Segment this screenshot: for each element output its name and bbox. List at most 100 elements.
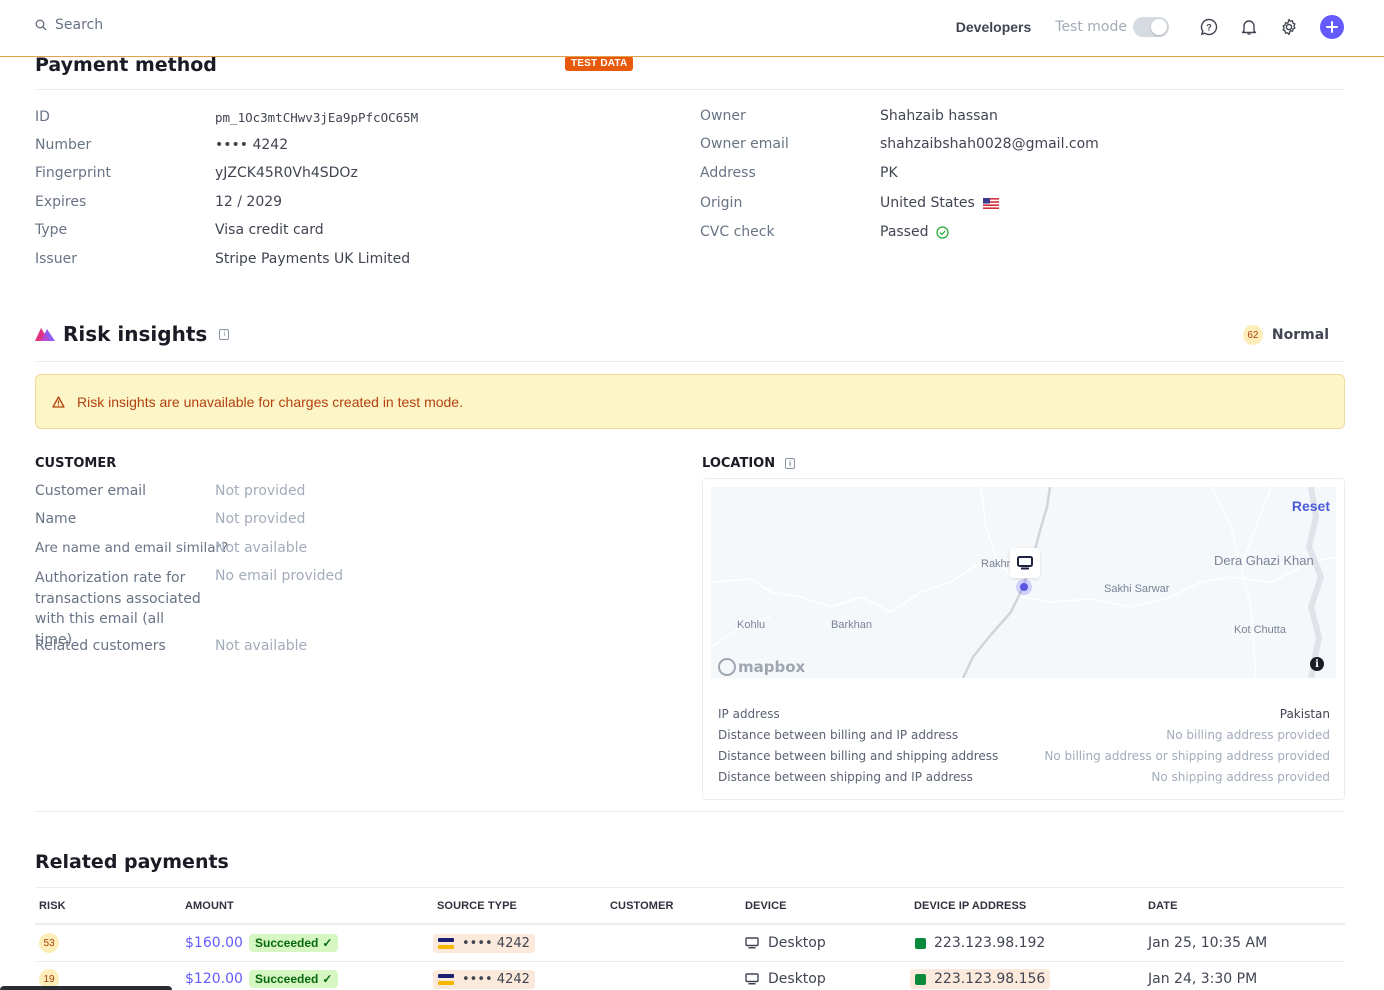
check-circle-icon: [936, 225, 950, 239]
table-row[interactable]: 53 $160.00 Succeeded ✓ •••• 4242 Desktop …: [35, 925, 1345, 961]
amount-link[interactable]: $120.00: [185, 971, 243, 987]
location-heading-text: LOCATION: [702, 456, 776, 471]
help-icon: ?: [1200, 18, 1218, 36]
label: Owner: [700, 108, 746, 124]
column-header-risk[interactable]: RISK: [39, 900, 66, 912]
location-card: Rakhni Dera Ghazi Khan Sakhi Sarwar Kohl…: [702, 478, 1345, 800]
us-flag-icon: [982, 197, 999, 209]
test-mode-alert: Risk insights are unavailable for charge…: [35, 374, 1345, 429]
divider: [35, 887, 1345, 888]
label: Owner email: [700, 136, 789, 152]
expiry: 12 / 2029: [215, 194, 283, 210]
label: Are name and email similar?: [35, 540, 229, 556]
column-header-customer[interactable]: CUSTOMER: [610, 900, 674, 912]
column-header-amount[interactable]: AMOUNT: [185, 900, 234, 912]
location-row: Distance between billing and shipping ad…: [718, 745, 1330, 766]
map-reset-button[interactable]: Reset: [1292, 498, 1330, 514]
location-row: Distance between billing and IP address …: [718, 724, 1330, 745]
info-icon[interactable]: i: [785, 458, 796, 469]
divider: [35, 361, 1345, 362]
search-placeholder: Search: [55, 17, 104, 33]
test-mode-toggle[interactable]: [1133, 17, 1169, 37]
source-type: •••• 4242: [433, 933, 535, 953]
map-info-icon[interactable]: i: [1310, 657, 1324, 671]
card-last4: •••• 4242: [462, 935, 530, 951]
desktop-icon: [745, 973, 759, 985]
developers-link[interactable]: Developers: [956, 19, 1031, 35]
divider: [35, 811, 1345, 812]
column-header-date[interactable]: DATE: [1148, 900, 1178, 912]
label: Expires: [35, 194, 87, 210]
date: Jan 25, 10:35 AM: [1148, 935, 1268, 951]
bell-icon: [1241, 20, 1257, 35]
info-icon[interactable]: i: [219, 328, 230, 340]
location-marker[interactable]: [1016, 579, 1032, 595]
label: ID: [35, 109, 50, 125]
value: Not available: [215, 638, 308, 654]
settings-button[interactable]: [1280, 18, 1298, 36]
pk-flag-icon: [915, 973, 926, 985]
column-header-device[interactable]: DEVICE: [745, 900, 787, 912]
ip-address: 223.123.98.192: [934, 935, 1046, 951]
risk-level: Normal: [1271, 327, 1329, 343]
map-label: Barkhan: [831, 619, 872, 631]
label: Customer email: [35, 483, 147, 499]
owner-email: shahzaibshah0028@gmail.com: [880, 136, 1099, 152]
risk-insights-header: Risk insights i: [35, 322, 230, 346]
label: Number: [35, 137, 92, 153]
create-button[interactable]: [1320, 15, 1344, 39]
mapbox-logo[interactable]: mapbox: [718, 658, 805, 676]
risk-score: 62 Normal: [1242, 325, 1329, 345]
origin: United States: [880, 195, 999, 211]
search-input[interactable]: Search: [35, 17, 103, 33]
column-header-source-type[interactable]: SOURCE TYPE: [437, 900, 517, 912]
label: Fingerprint: [35, 165, 111, 181]
value: Not provided: [215, 483, 306, 499]
cvc-value: Passed: [880, 224, 929, 240]
address: PK: [880, 165, 898, 181]
device-marker-popup[interactable]: [1010, 548, 1040, 578]
svg-text:?: ?: [1206, 23, 1212, 33]
test-mode-label: Test mode: [1055, 19, 1127, 35]
ip-address: 223.123.98.156: [934, 971, 1046, 987]
tooltip-edge: [0, 986, 172, 990]
status-badge: Succeeded ✓: [249, 934, 339, 952]
column-header-device-ip[interactable]: DEVICE IP ADDRESS: [914, 900, 1026, 912]
device: Desktop: [768, 971, 826, 987]
radar-logo-icon: [35, 328, 55, 341]
value: No shipping address provided: [1151, 769, 1330, 784]
notifications-button[interactable]: [1240, 18, 1258, 36]
visa-card-icon: [438, 937, 454, 949]
help-button[interactable]: ?: [1200, 18, 1218, 36]
checkmark-icon: ✓: [322, 936, 333, 950]
mapbox-attribution: mapbox: [738, 658, 806, 676]
location-map[interactable]: Rakhni Dera Ghazi Khan Sakhi Sarwar Kohl…: [711, 487, 1336, 678]
location-row: IP address Pakistan: [718, 703, 1330, 724]
value: Pakistan: [1279, 706, 1330, 721]
source-type: •••• 4242: [433, 969, 535, 989]
search-icon: [35, 19, 47, 31]
card-number: •••• 4242: [215, 137, 289, 153]
owner-name: Shahzaib hassan: [880, 108, 998, 124]
mapbox-logo-icon: [718, 658, 736, 676]
label: Address: [700, 165, 756, 181]
fingerprint-link[interactable]: yJZCK45R0Vh4SDOz: [215, 165, 358, 181]
gear-icon: [1282, 18, 1296, 36]
table-row[interactable]: 19 $120.00 Succeeded ✓ •••• 4242 Desktop …: [35, 961, 1345, 990]
value: Not provided: [215, 511, 306, 527]
map-label: Sakhi Sarwar: [1104, 583, 1170, 595]
status-text: Succeeded: [255, 972, 319, 986]
plus-icon: [1326, 21, 1338, 33]
label: Name: [35, 511, 77, 527]
customer-heading: CUSTOMER: [35, 456, 116, 471]
date: Jan 24, 3:30 PM: [1148, 971, 1258, 987]
amount-link[interactable]: $160.00: [185, 935, 243, 951]
label: Distance between shipping and IP address: [718, 769, 973, 784]
risk-score-badge: 53: [39, 933, 59, 953]
risk-score-badge: 62: [1242, 325, 1263, 345]
value: No billing address or shipping address p…: [1044, 748, 1330, 763]
divider: [35, 89, 1345, 90]
label: Distance between billing and shipping ad…: [718, 748, 999, 763]
payment-method-id[interactable]: pm_1Oc3mtCHwv3jEa9pPfcOC65M: [215, 110, 418, 125]
device: Desktop: [768, 935, 826, 951]
